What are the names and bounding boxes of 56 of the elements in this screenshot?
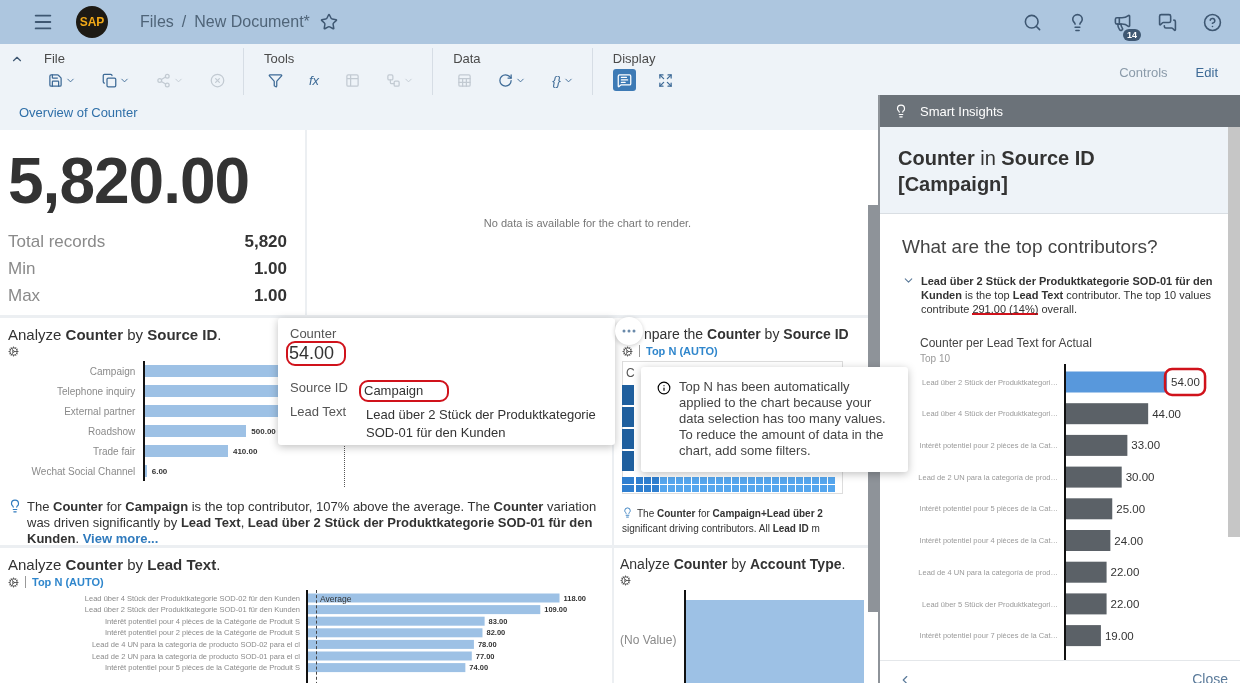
tile-title: Analyze Counter by Source ID. [8,326,222,343]
tooltip-title: Counter [290,326,338,341]
stat-value: 5,820 [244,232,287,252]
tile-title: npare the Counter by Source ID [644,326,849,342]
value-label: 19.00 [1104,629,1134,642]
average-label: Average [320,594,352,604]
category-label: Campaign [88,365,137,377]
stat-value: 1.00 [253,286,287,306]
value-label: 25.00 [1116,502,1146,515]
empty-message: No data is available for the chart to render. [483,216,692,229]
stat-label: Max [8,286,41,306]
notification-badge: 14 [1123,28,1141,41]
summary-text: Lead über 2 Stück der Produktkategorie SOD-01 für den Kunden is the top Lead Text contributor. The top 10 values contribute 291.00 (14%) overall. [921,274,1214,316]
value-label: 44.00 [1152,407,1181,420]
tooltip-text: Lead über 2 Stück der Produktkategorie SOD-01 für den Kunden [366,407,596,440]
breadcrumb-separator: / [181,13,187,31]
tile-title: Analyze Counter by Lead Text. [8,556,221,573]
tooltip-text: Campaign [364,383,424,398]
question-heading: What are the top contributors? [902,236,1159,258]
chart-subtitle: Top 10 [920,353,952,364]
toolbar-group-label: Display [612,51,657,66]
info-text: Top N has been automatically applied to the chart because your data selection has too many values. To reduce the amount of data in the chart, add some filters. [679,379,887,459]
stat-label: Total records [8,232,106,252]
tooltip-label: Source ID [290,380,349,397]
value-label: 22.00 [1110,566,1140,579]
legend-text: C [626,366,635,380]
toolbar-group-label: Tools [264,51,296,66]
value-label: 30.00 [1125,471,1155,484]
toolbar-group-label: File [44,51,66,66]
value-label: 33.00 [1131,439,1161,452]
tooltip-label: Lead Text [290,404,348,421]
insight-text: The Counter for Campaign+Lead über 2 significant driving contributors. All Lead ID m [622,506,823,536]
logo: SAP [76,6,108,38]
chart-title: Counter per Lead Text for Actual [920,336,1093,350]
value-label: 6.00 [151,466,168,476]
insight-text: The Counter for Campaign is the top contributor, 107% above the average. The Counter variation was driven significantly by Lead Text, Lead über 2 Stück der Produktkategorie SOD-01 für den Kunden. View more... [27,499,598,545]
value-label: 410.00 [232,446,258,456]
category-label: Telephone inquiry [55,385,137,397]
category-label: (No Value) [620,633,678,647]
category-label: Wechat Social Channel [30,465,137,477]
toolbar-group-label: Data [453,51,482,66]
value-label: 24.00 [1114,534,1144,547]
value-label: 54.00 [1171,376,1200,388]
category-label: External partner [63,405,137,417]
value-label: 500.00 [251,426,276,436]
value-label: 22.00 [1110,597,1140,610]
kpi-value: 5,820.00 [8,144,251,218]
document-title: New Document* [194,13,310,31]
panel-title: Counter in Source ID [Campaign] [880,127,1228,214]
tooltip-value: 54.00 [286,341,347,366]
category-label: Roadshow [87,425,137,437]
category-label: Trade fair [91,445,137,457]
stat-label: Min [8,259,36,279]
panel-header: Smart Insights [920,103,1004,119]
stat-value: 1.00 [253,259,287,279]
tile-title: Analyze Counter by Account Type. [620,556,846,572]
